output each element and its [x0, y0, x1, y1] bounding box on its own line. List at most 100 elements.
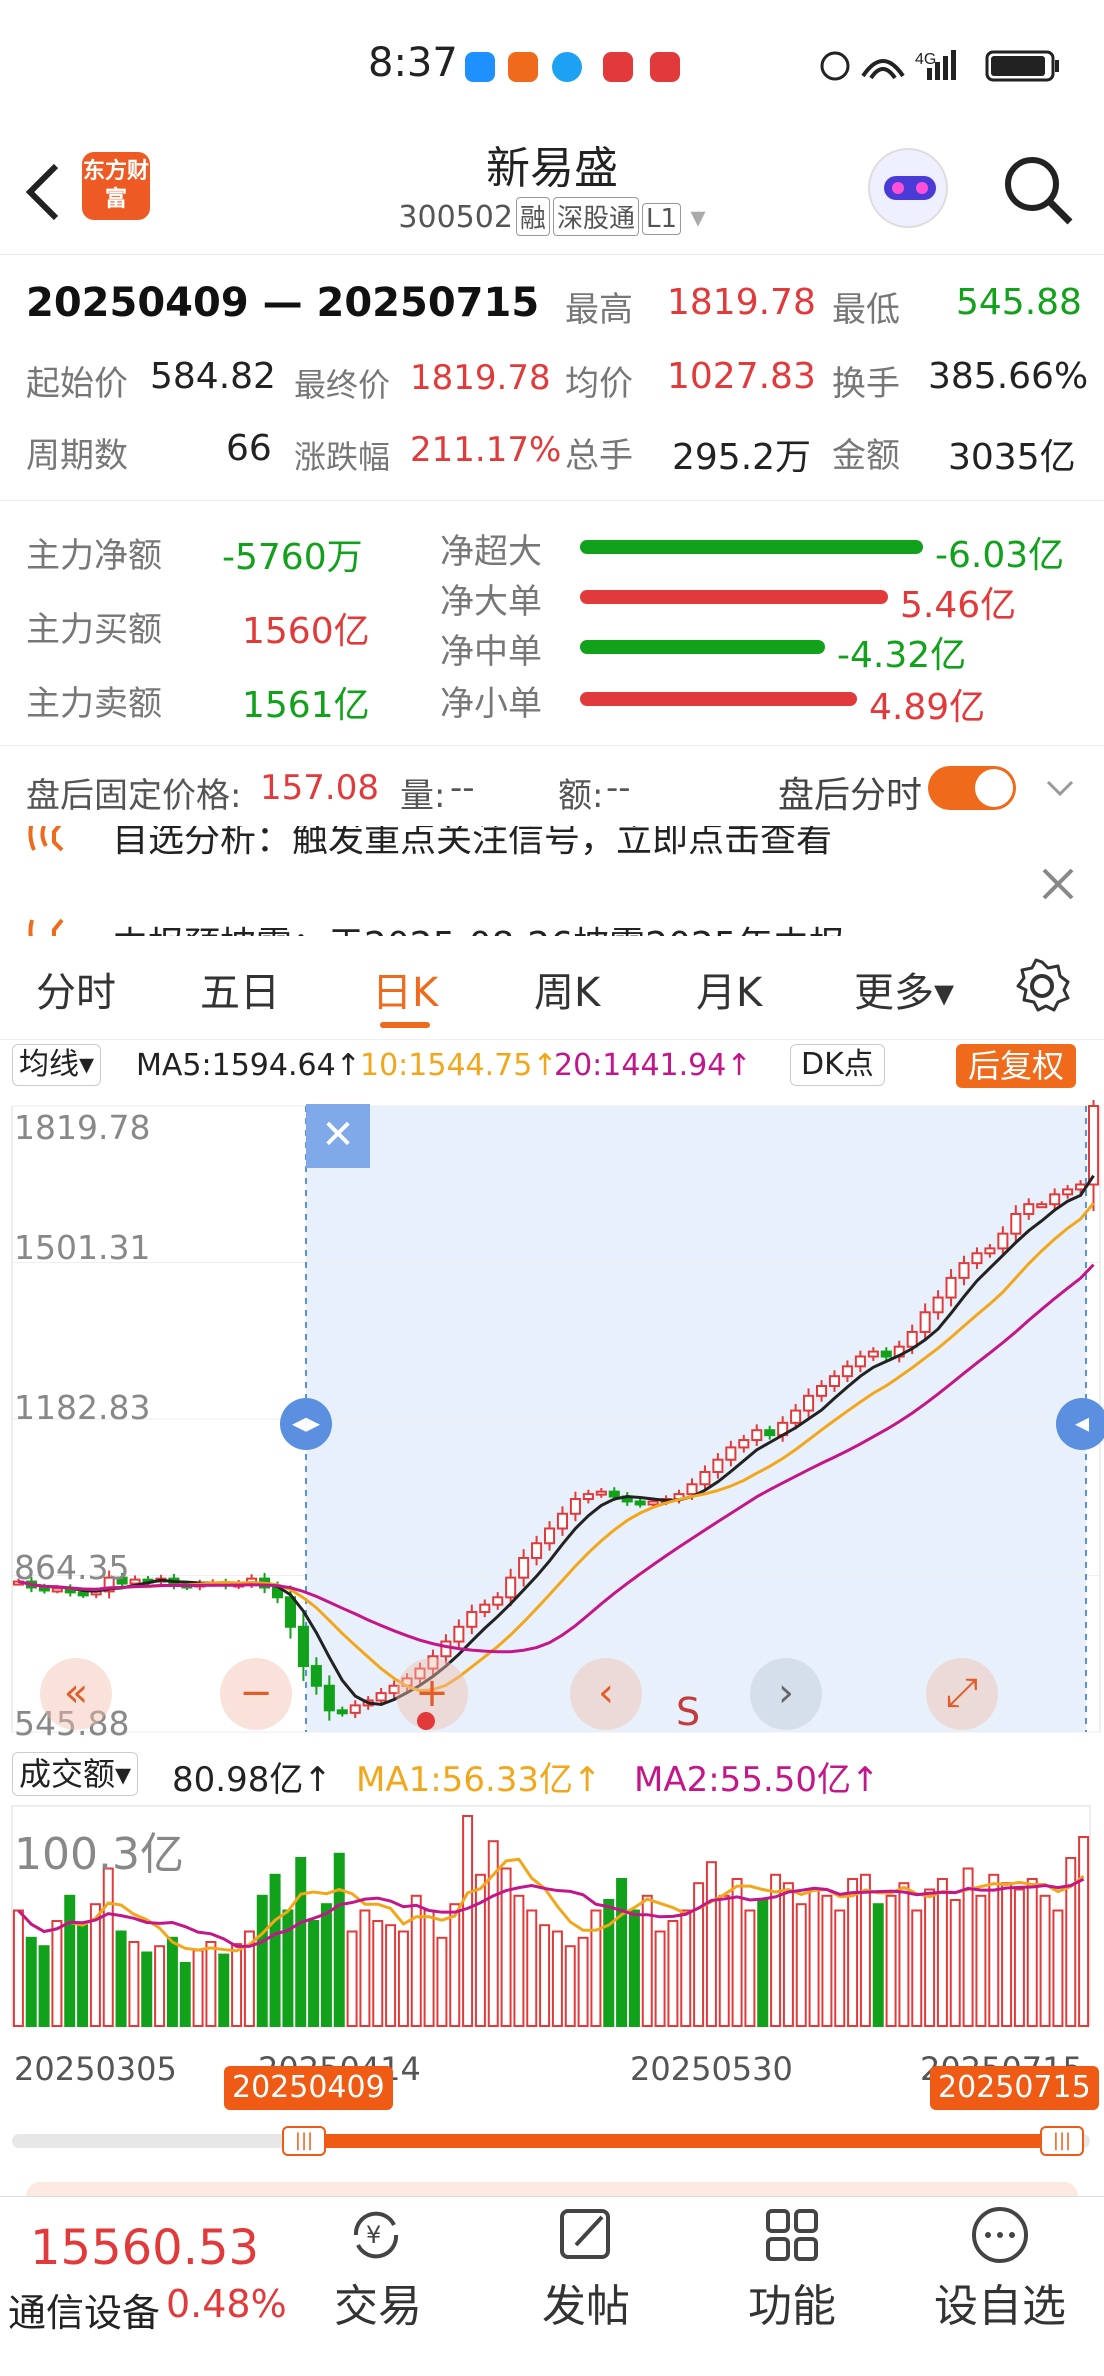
- range-left-handle[interactable]: ◂▸: [280, 1398, 332, 1450]
- search-icon[interactable]: [1000, 152, 1076, 228]
- volume-ma1: MA1:56.33亿↑: [356, 1760, 602, 1800]
- tag-margin: 融: [515, 197, 550, 236]
- volume-bar: [25, 1936, 37, 2027]
- volume-bar: [1078, 1836, 1090, 2027]
- tab-more[interactable]: 更多▾: [854, 960, 954, 1018]
- candle: [595, 1490, 607, 1496]
- volume-bar: [141, 1951, 153, 2027]
- candle: [543, 1527, 556, 1545]
- net-flow-label: 主力净额: [26, 536, 162, 576]
- more-circle-icon[interactable]: [970, 2205, 1030, 2265]
- volume-axis-max: 100.3亿: [14, 1829, 184, 1880]
- candle: [531, 1542, 543, 1559]
- range-slider-fill: [300, 2134, 1060, 2148]
- nav-functions[interactable]: 功能: [722, 2270, 862, 2334]
- after-hours-toggle[interactable]: [928, 766, 1016, 810]
- close-icon[interactable]: [1040, 866, 1076, 902]
- volume-bar: [372, 1920, 384, 2027]
- next-icon[interactable]: ›: [750, 1658, 822, 1730]
- app-notification-icon: [650, 52, 680, 82]
- candle: [440, 1640, 452, 1658]
- candle: [582, 1493, 594, 1501]
- candle: [453, 1625, 465, 1643]
- notice-item[interactable]: 中报预披露：于2025-08-26披露2025年中报: [112, 916, 845, 936]
- tab-weekly-k[interactable]: 周K: [534, 960, 600, 1018]
- tab-monthly-k[interactable]: 月K: [696, 960, 762, 1018]
- volume-bar: [782, 1882, 794, 2027]
- volume-bar: [1013, 1888, 1025, 2027]
- flow-item-value: -6.03亿: [935, 535, 1065, 576]
- candle: [725, 1446, 737, 1461]
- volume-bar: [975, 1894, 987, 2027]
- volume-bar: [179, 1962, 191, 2027]
- candle: [323, 1684, 335, 1712]
- candle: [919, 1311, 931, 1333]
- slider-handle-right[interactable]: |||: [1040, 2126, 1084, 2156]
- volume-value: 80.98亿↑: [172, 1760, 332, 1800]
- volume-bar: [295, 1857, 307, 2027]
- volume-label: 总手: [565, 436, 633, 476]
- volume-bar: [38, 1945, 50, 2027]
- candlestick-chart[interactable]: [0, 1100, 1104, 1740]
- close-label: 最终价: [294, 366, 391, 404]
- close-range-button[interactable]: ✕: [306, 1104, 370, 1168]
- robot-avatar-icon[interactable]: [868, 148, 948, 228]
- stock-code: 300502: [398, 200, 513, 235]
- prev-icon[interactable]: ‹: [570, 1658, 642, 1730]
- dk-point-button[interactable]: DK点: [790, 1044, 885, 1086]
- nav-trade[interactable]: 交易: [308, 2270, 448, 2334]
- candle: [1036, 1203, 1048, 1209]
- volume-selector[interactable]: 成交额▾: [12, 1752, 139, 1796]
- tab-daily-k[interactable]: 日K: [372, 960, 438, 1018]
- range-right-handle[interactable]: ◂: [1056, 1398, 1104, 1450]
- price-tick: 1501.31: [14, 1228, 151, 1267]
- index-name[interactable]: 通信设备: [8, 2282, 160, 2337]
- notice-ticker[interactable]: 自选分析：触发重点关注信号，立即点击查看 中报预披露：于2025-08-26披露…: [0, 826, 1104, 936]
- volume-bar: [859, 1873, 871, 2027]
- volume-bar: [872, 1903, 884, 2027]
- volume-bar: [256, 1894, 268, 2027]
- yen-cycle-icon[interactable]: ¥: [346, 2205, 406, 2265]
- caret-down-icon[interactable]: ▾: [691, 200, 706, 235]
- volume-bar: [115, 1930, 127, 2027]
- range-start-label: 20250409: [224, 2066, 393, 2110]
- volume-bar: [680, 1909, 692, 2027]
- candle: [945, 1276, 957, 1299]
- date-tick: 20250305: [14, 2050, 177, 2088]
- tag-level: L1: [641, 203, 681, 235]
- low-value: 545.88: [956, 282, 1082, 323]
- nav-add-watchlist[interactable]: 设自选: [930, 2270, 1070, 2334]
- volume-bar: [744, 1909, 756, 2027]
- nav-post[interactable]: 发帖: [516, 2270, 656, 2334]
- adjust-button[interactable]: 后复权: [956, 1044, 1077, 1088]
- zoom-out-icon[interactable]: −: [220, 1658, 292, 1730]
- app-notification-icon: [603, 52, 633, 82]
- indicator-selector[interactable]: 均线▾: [12, 1044, 102, 1086]
- volume-bar: [962, 1867, 974, 2027]
- flow-item-label: 净超大: [440, 532, 542, 572]
- active-tab-indicator: [380, 1022, 430, 1028]
- volume-bar: [577, 1936, 589, 2027]
- tab-intraday[interactable]: 分时: [36, 960, 116, 1018]
- chevron-down-icon[interactable]: [1044, 776, 1076, 800]
- tab-five-day[interactable]: 五日: [200, 960, 280, 1018]
- change-label: 涨跌幅: [294, 438, 391, 476]
- volume-bar: [526, 1909, 538, 2027]
- volume-bar: [1026, 1878, 1038, 2027]
- chevron-left-icon[interactable]: [22, 160, 62, 224]
- candle: [479, 1603, 491, 1614]
- candle: [712, 1458, 724, 1473]
- edit-icon[interactable]: [556, 2205, 616, 2265]
- candle: [310, 1665, 322, 1687]
- fullscreen-icon[interactable]: ⤢: [926, 1658, 998, 1730]
- notice-item[interactable]: 自选分析：触发重点关注信号，立即点击查看: [112, 826, 832, 862]
- rewind-icon[interactable]: «: [40, 1658, 112, 1730]
- date-tick: 20250530: [630, 2050, 793, 2088]
- volume-bar: [166, 1936, 178, 2027]
- volume-bar: [949, 1899, 961, 2027]
- slider-handle-left[interactable]: |||: [282, 2126, 326, 2156]
- candle: [997, 1232, 1009, 1250]
- gear-icon[interactable]: [1014, 958, 1070, 1014]
- grid-icon[interactable]: [762, 2205, 822, 2265]
- volume-bar: [616, 1878, 628, 2027]
